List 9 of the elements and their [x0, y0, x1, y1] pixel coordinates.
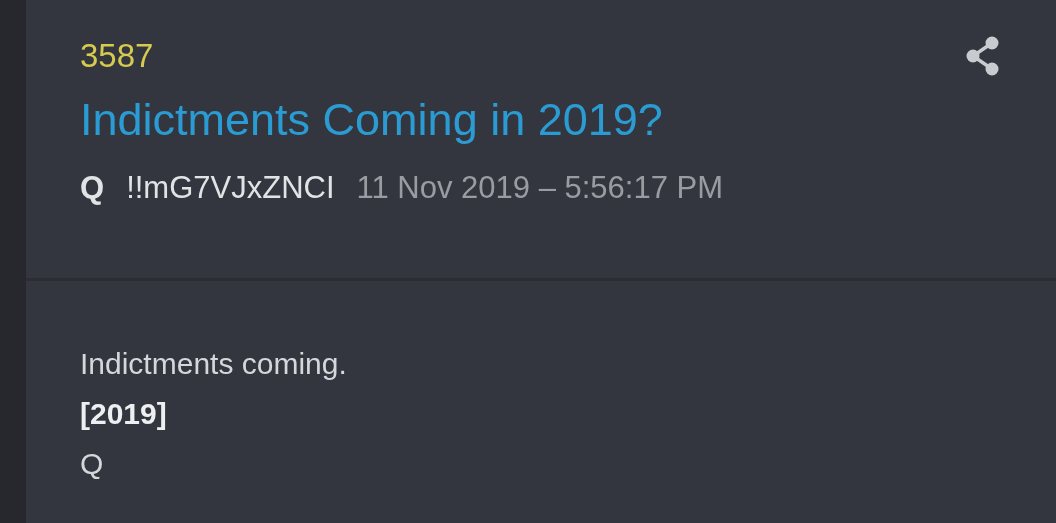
- post-text-line: Q: [80, 446, 105, 482]
- post-text-line: Indictments coming.: [80, 346, 348, 382]
- post-number: 3587: [80, 37, 154, 75]
- share-icon[interactable]: [965, 36, 1001, 76]
- author-name: Q: [80, 170, 105, 206]
- post-title[interactable]: Indictments Coming in 2019?: [80, 94, 1002, 146]
- post-text-line: [2019]: [80, 396, 168, 432]
- timestamp: 11 Nov 2019 – 5:56:17 PM: [356, 170, 724, 206]
- tripcode: !!mG7VJxZNCI: [126, 170, 335, 206]
